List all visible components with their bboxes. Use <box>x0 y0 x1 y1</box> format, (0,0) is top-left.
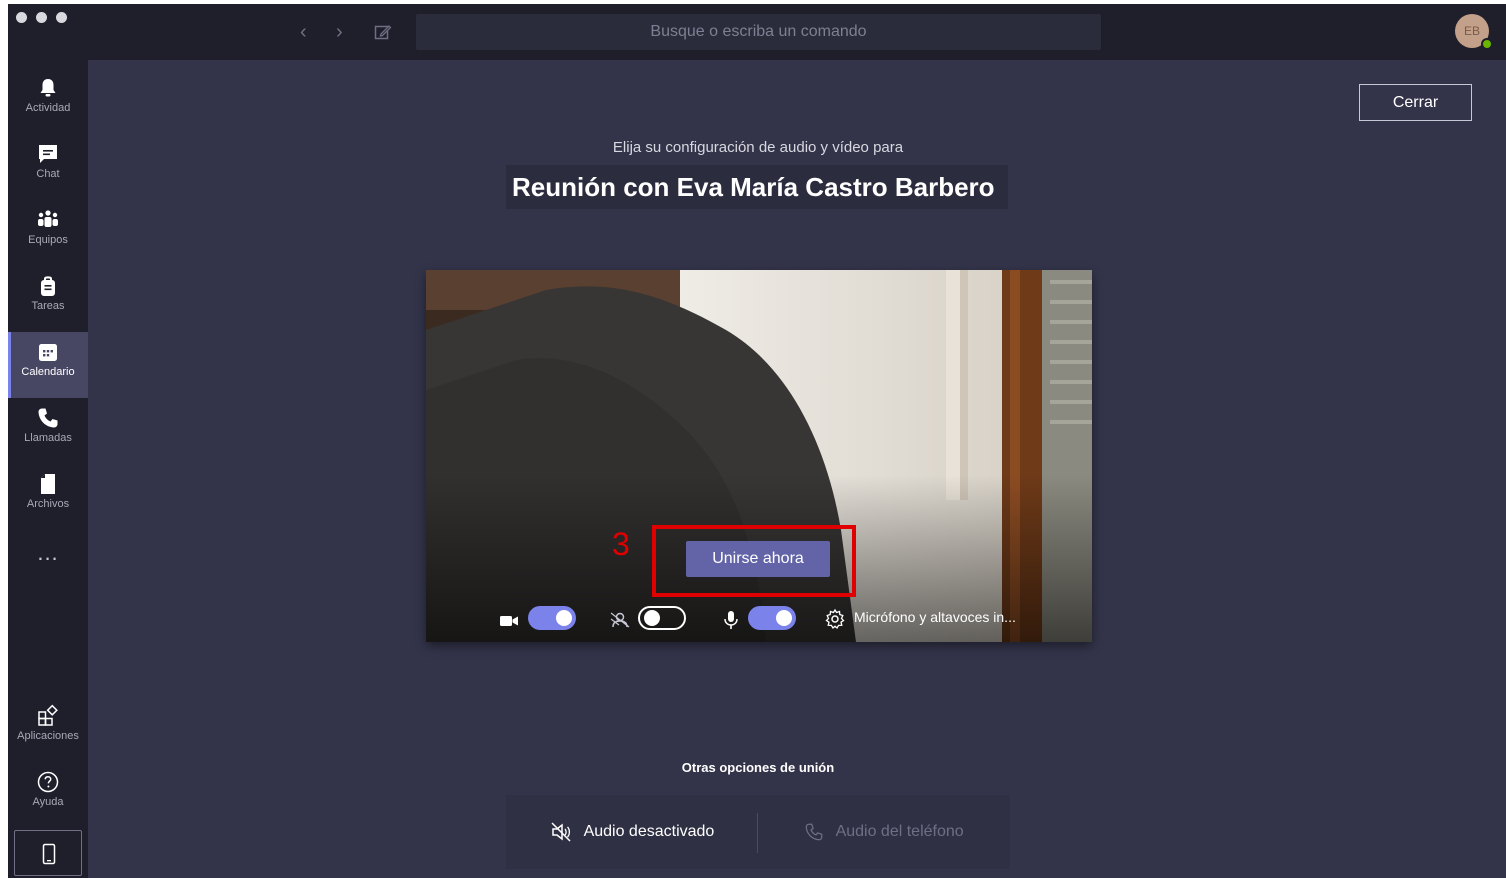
avatar-initials: EB <box>1463 24 1480 38</box>
microphone-toggle[interactable] <box>748 606 796 630</box>
rail-item-label: Chat <box>36 168 60 180</box>
toggle-knob <box>776 610 792 626</box>
rail-item-label: Tareas <box>31 300 65 312</box>
rail-item-label: Llamadas <box>24 432 72 444</box>
background-blur-toggle[interactable] <box>638 606 686 630</box>
toggle-knob <box>644 610 660 626</box>
back-arrow-icon[interactable]: ‹ <box>300 20 307 44</box>
rail-item-ayuda[interactable]: Ayuda <box>8 762 88 828</box>
phone-icon <box>805 823 823 841</box>
close-button-label: Cerrar <box>1392 94 1439 111</box>
teams-icon <box>38 210 58 227</box>
chat-icon <box>39 145 57 163</box>
bell-icon <box>40 79 56 97</box>
toggle-knob <box>556 610 572 626</box>
video-camera-icon <box>500 616 518 626</box>
audio-off-label: Audio desactivado <box>583 823 715 840</box>
phone-audio-label: Audio del teléfono <box>835 823 964 840</box>
tasks-icon <box>41 276 55 296</box>
rail-item-archivos[interactable]: Archivos <box>8 464 88 530</box>
more-apps-dots: ... <box>37 540 59 565</box>
compose-icon[interactable] <box>374 23 392 41</box>
rail-item-label: Archivos <box>26 498 70 510</box>
teams-window: ‹ › Busque o escriba un comando EB Activ… <box>8 4 1506 878</box>
calendar-icon <box>39 344 57 361</box>
title-bar: ‹ › Busque o escriba un comando EB <box>8 4 1506 60</box>
rail-item-chat[interactable]: Chat <box>8 134 88 200</box>
file-icon <box>41 474 55 494</box>
rail-item-label: Aplicaciones <box>17 730 79 742</box>
window-close-dot[interactable] <box>16 12 27 23</box>
gear-icon[interactable] <box>824 608 846 630</box>
mobile-phone-icon <box>42 843 56 865</box>
forward-arrow-icon[interactable]: › <box>336 20 343 44</box>
command-search-box[interactable]: Busque o escriba un comando <box>416 14 1101 50</box>
rail-item-label: Calendario <box>21 366 75 378</box>
app-rail: Actividad Chat Equipos Tareas Calendario… <box>8 60 88 878</box>
rail-item-tareas[interactable]: Tareas <box>8 266 88 332</box>
window-zoom-dot[interactable] <box>56 12 67 23</box>
apps-icon <box>38 704 58 726</box>
presence-status-icon <box>1481 38 1493 50</box>
join-now-label: Unirse ahora <box>712 550 804 567</box>
speaker-off-icon <box>551 822 571 842</box>
microphone-icon <box>724 611 738 629</box>
rail-item-label: Equipos <box>28 234 68 246</box>
close-button[interactable]: Cerrar <box>1359 84 1472 121</box>
av-settings-subtitle: Elija su configuración de audio y vídeo … <box>612 139 904 156</box>
mobile-device-button[interactable] <box>14 830 82 876</box>
rail-item-calendario[interactable]: Calendario <box>8 332 88 398</box>
other-join-options-title: Otras opciones de unión <box>681 760 835 775</box>
rail-item-llamadas[interactable]: Llamadas <box>8 398 88 464</box>
phone-audio-option[interactable]: Audio del teléfono <box>804 795 964 869</box>
options-divider <box>757 813 758 853</box>
other-join-options-panel: Audio desactivado Audio del teléfono <box>506 795 1010 869</box>
help-icon <box>37 771 59 793</box>
camera-toggle[interactable] <box>528 606 576 630</box>
device-settings-link[interactable]: Micrófono y altavoces in... <box>854 609 1016 625</box>
rail-item-aplicaciones[interactable]: Aplicaciones <box>8 696 88 762</box>
more-apps-icon[interactable]: ... <box>8 540 88 566</box>
search-placeholder: Busque o escriba un comando <box>650 23 867 40</box>
rail-item-actividad[interactable]: Actividad <box>8 68 88 134</box>
audio-off-option[interactable]: Audio desactivado <box>550 795 714 869</box>
annotation-step-number: 3 <box>612 526 630 562</box>
join-now-button[interactable]: Unirse ahora <box>686 541 830 577</box>
background-blur-icon <box>610 612 630 628</box>
rail-item-label: Ayuda <box>32 796 64 808</box>
meeting-title: Reunión con Eva María Castro Barbero <box>506 165 1008 209</box>
rail-item-label: Actividad <box>25 102 71 114</box>
rail-item-equipos[interactable]: Equipos <box>8 200 88 266</box>
phone-icon <box>38 408 58 428</box>
window-minimize-dot[interactable] <box>36 12 47 23</box>
